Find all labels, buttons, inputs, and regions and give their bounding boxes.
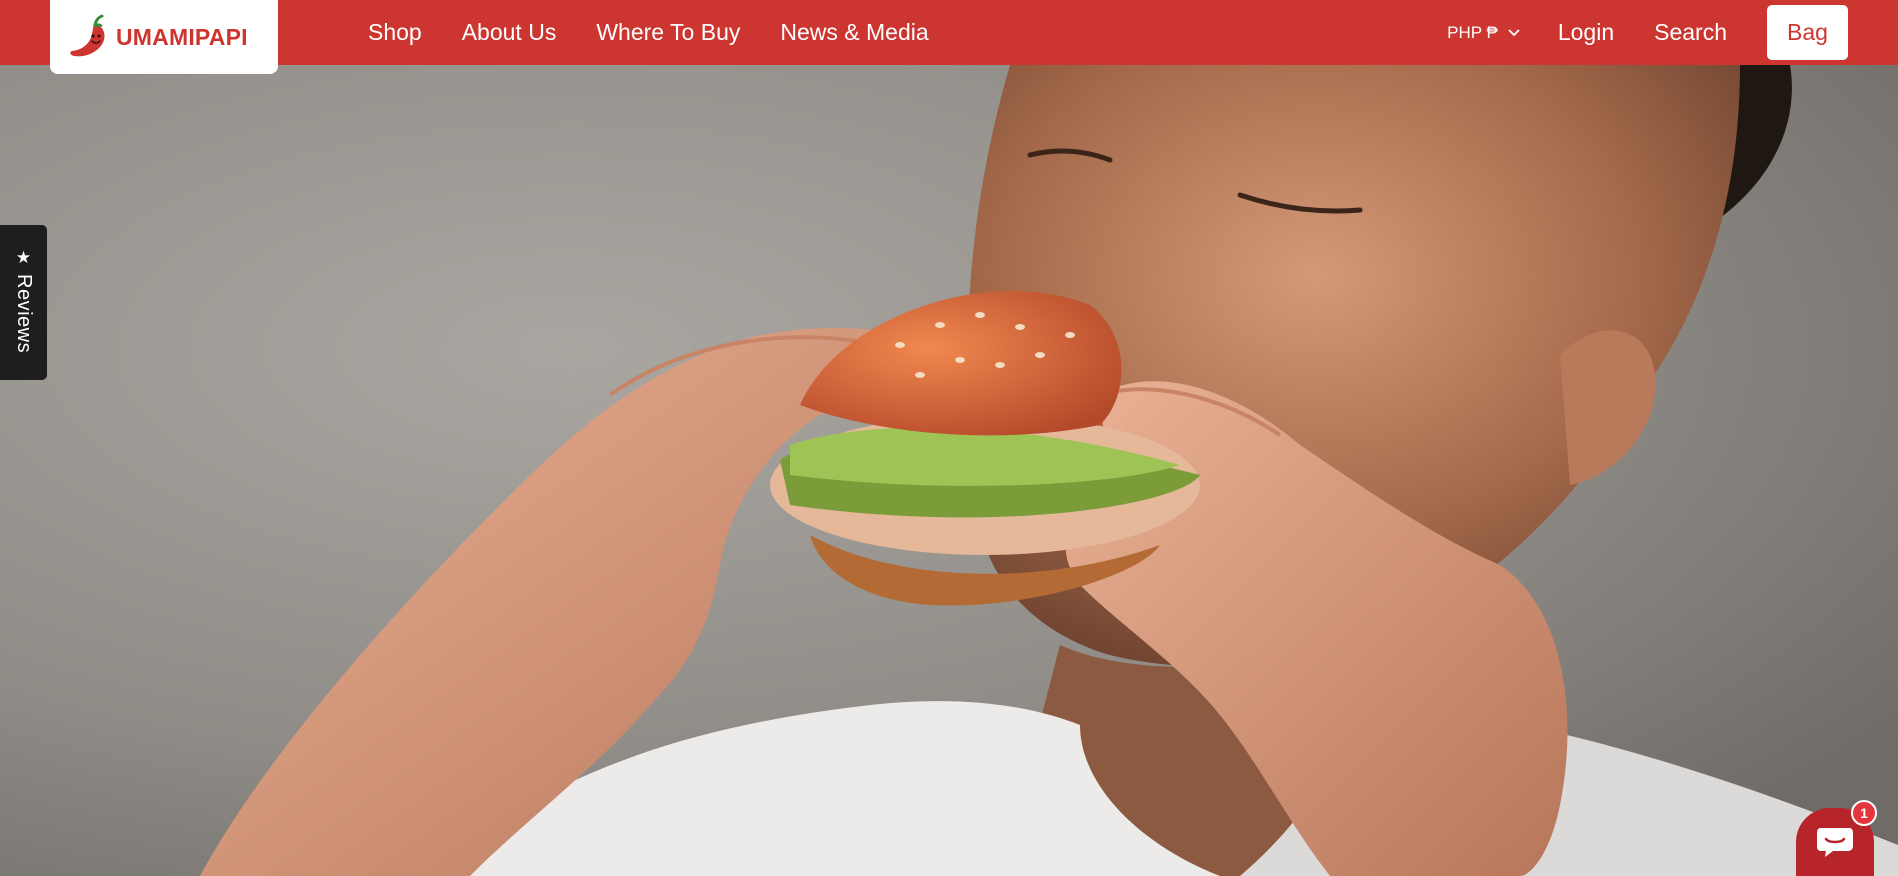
brand-logo[interactable]: UMAMIPAPI (50, 0, 278, 74)
header-actions: PHP ₱ Login Search Bag (1447, 0, 1848, 65)
hero-image (0, 65, 1898, 876)
star-icon: ★ (15, 248, 32, 267)
login-link[interactable]: Login (1558, 19, 1614, 46)
brand-name: UMAMIPAPI (116, 23, 248, 50)
bag-button[interactable]: Bag (1767, 5, 1848, 60)
chat-notification-badge: 1 (1851, 800, 1877, 826)
man-eating-burger-photo (0, 65, 1898, 876)
nav-shop[interactable]: Shop (368, 19, 422, 46)
nav-news-media[interactable]: News & Media (780, 19, 928, 46)
reviews-tab[interactable]: ★ Reviews (0, 225, 47, 380)
nav-about-us[interactable]: About Us (462, 19, 557, 46)
site-header: Shop About Us Where To Buy News & Media … (0, 0, 1898, 65)
main-nav: Shop About Us Where To Buy News & Media (368, 0, 929, 65)
chili-pepper-icon (70, 14, 105, 57)
currency-label: PHP ₱ (1447, 22, 1498, 42)
chevron-down-icon (1508, 28, 1520, 36)
reviews-label: Reviews (13, 274, 35, 354)
search-link[interactable]: Search (1654, 19, 1727, 46)
currency-selector[interactable]: PHP ₱ (1447, 23, 1520, 43)
page: Shop About Us Where To Buy News & Media … (0, 0, 1898, 876)
nav-where-to-buy[interactable]: Where To Buy (596, 19, 740, 46)
chat-bubble-icon (1817, 828, 1853, 857)
